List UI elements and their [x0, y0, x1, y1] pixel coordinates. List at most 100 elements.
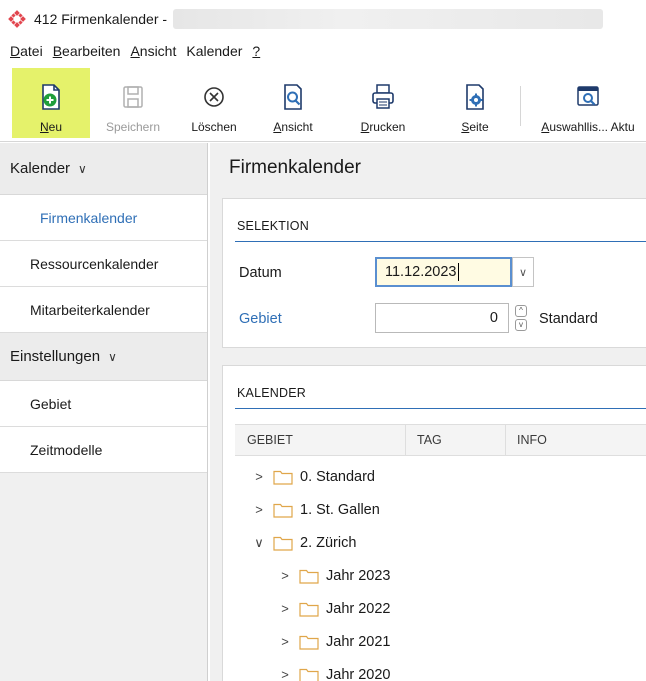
chevron-right-icon[interactable]: > — [251, 502, 267, 517]
gebiet-stepper[interactable]: ^ v — [513, 303, 529, 333]
toolbar-button-label: Seite — [461, 120, 489, 134]
tree-row-label: 2. Zürich — [300, 534, 357, 551]
folder-icon — [273, 503, 293, 518]
menu-item-2[interactable]: Ansicht — [130, 43, 176, 59]
menu-item-1[interactable]: Bearbeiten — [53, 43, 121, 59]
datum-dropdown-button[interactable]: ∨ — [512, 257, 534, 287]
datum-input[interactable]: 11.12.2023 — [375, 257, 512, 287]
chevron-right-icon[interactable]: > — [277, 601, 293, 616]
datum-label: Datum — [239, 265, 282, 281]
folder-icon — [273, 536, 293, 551]
tree-row[interactable]: > Jahr 2023 — [235, 559, 646, 592]
nav-group-einstellungen[interactable]: Einstellungen ∨ — [0, 333, 207, 381]
chevron-right-icon[interactable]: > — [277, 634, 293, 649]
tree-row-label: Jahr 2020 — [326, 666, 391, 681]
title-bar: 412 Firmenkalender - — [0, 0, 646, 38]
folder-icon — [299, 569, 319, 584]
column-divider[interactable] — [505, 425, 506, 455]
menu-bar: Datei Bearbeiten Ansicht Kalender? — [0, 38, 646, 64]
kalender-panel: KALENDER GEBIET TAG INFO >0. Standard >1.… — [222, 365, 646, 681]
main-content: Firmenkalender SELEKTION Datum 11.12.202… — [210, 143, 646, 681]
text-cursor — [457, 263, 459, 281]
tree-row-label: Jahr 2022 — [326, 600, 391, 617]
panel-divider — [235, 241, 646, 242]
nav-item-label: Gebiet — [30, 395, 72, 412]
gebiet-value: 0 — [489, 310, 498, 326]
column-divider[interactable] — [405, 425, 406, 455]
menu-item-0[interactable]: Datei — [10, 43, 43, 59]
toolbar-button-3[interactable]: Ansicht — [260, 68, 326, 138]
printer-icon — [372, 84, 394, 109]
tree-row-label: 0. Standard — [300, 468, 375, 485]
tree-row[interactable]: >0. Standard — [235, 460, 646, 493]
stepper-down-icon[interactable]: v — [515, 319, 527, 331]
delete-circle-x-icon — [204, 87, 224, 107]
tree-row[interactable]: > Jahr 2021 — [235, 625, 646, 658]
column-header-tag[interactable]: TAG — [417, 433, 442, 447]
stepper-up-icon[interactable]: ^ — [515, 305, 527, 317]
nav-item-label: Firmenkalender — [40, 209, 138, 226]
nav-item-ressourcenkalender[interactable]: Ressourcenkalender — [0, 241, 207, 287]
nav-group-kalender[interactable]: Kalender ∨ — [0, 143, 207, 195]
toolbar-button-label: Neu — [39, 120, 63, 134]
toolbar-button-0[interactable]: Neu — [12, 68, 90, 138]
menu-item-4[interactable]: ? — [252, 43, 260, 59]
window-title: 412 Firmenkalender - — [34, 11, 168, 27]
toolbar-button-label: Löschen — [191, 120, 237, 134]
selection-list-window-icon — [577, 86, 599, 106]
new-document-plus-icon — [42, 84, 60, 110]
column-header-info[interactable]: INFO — [517, 433, 547, 447]
nav-group-label: Einstellungen — [10, 348, 101, 365]
menu-item-3[interactable]: Kalender — [186, 43, 242, 59]
panel-divider — [235, 408, 646, 409]
datum-value: 11.12.2023 — [385, 264, 457, 280]
app-logo-icon — [8, 10, 26, 28]
toolbar-button-label: Drucken — [360, 120, 406, 134]
toolbar-button-1: Speichern — [94, 68, 172, 138]
nav-item-label: Mitarbeiterkalender — [30, 301, 150, 318]
nav-item-label: Ressourcenkalender — [30, 255, 159, 272]
kalender-heading: KALENDER — [237, 386, 306, 400]
tree-row[interactable]: > Jahr 2022 — [235, 592, 646, 625]
gebiet-link-label[interactable]: Gebiet — [239, 311, 282, 327]
title-redacted-area — [173, 9, 604, 29]
left-navigation: Kalender ∨ Firmenkalender Ressourcenkale… — [0, 143, 208, 681]
gebiet-input[interactable]: 0 — [375, 303, 509, 333]
toolbar-separator — [520, 86, 521, 126]
tree-row[interactable]: ∨ 2. Zürich — [235, 526, 646, 559]
chevron-right-icon[interactable]: > — [277, 568, 293, 583]
tree-header: GEBIET TAG INFO — [235, 424, 646, 456]
chevron-down-icon: ∨ — [78, 161, 87, 176]
folder-icon — [299, 602, 319, 617]
gebiet-name: Standard — [539, 311, 598, 327]
nav-item-gebiet[interactable]: Gebiet — [0, 381, 207, 427]
toolbar-button-label: Ansicht — [273, 120, 313, 134]
nav-item-mitarbeiterkalender[interactable]: Mitarbeiterkalender — [0, 287, 207, 333]
toolbar-button-5[interactable]: Seite — [440, 68, 510, 138]
nav-group-label: Kalender — [10, 160, 71, 177]
tree-row-label: Jahr 2023 — [326, 567, 391, 584]
chevron-down-icon: ∨ — [518, 266, 528, 279]
preview-magnifier-icon — [284, 84, 302, 110]
folder-icon — [299, 635, 319, 650]
tree-row[interactable]: >1. St. Gallen — [235, 493, 646, 526]
nav-item-firmenkalender[interactable]: Firmenkalender — [0, 195, 207, 241]
toolbar-button-2[interactable]: Löschen — [184, 68, 244, 138]
nav-item-label: Zeitmodelle — [30, 441, 103, 458]
nav-item-zeitmodelle[interactable]: Zeitmodelle — [0, 427, 207, 473]
toolbar-button-label: Speichern — [105, 120, 161, 134]
toolbar-button-4[interactable]: Drucken — [346, 68, 420, 138]
chevron-right-icon[interactable]: > — [251, 469, 267, 484]
folder-icon — [299, 668, 319, 681]
save-disk-icon — [123, 86, 143, 108]
selektion-panel: SELEKTION Datum 11.12.2023 ∨ Gebiet 0 ^ … — [222, 198, 646, 348]
column-header-gebiet[interactable]: GEBIET — [247, 433, 293, 447]
chevron-right-icon[interactable]: > — [277, 667, 293, 681]
tree-row-label: Jahr 2021 — [326, 633, 391, 650]
chevron-down-icon[interactable]: ∨ — [251, 535, 267, 551]
page-title: Firmenkalender — [229, 157, 361, 178]
folder-icon — [273, 470, 293, 485]
toolbar-button-6[interactable]: Auswahllis... Aktu — [528, 68, 646, 138]
tree-row[interactable]: > Jahr 2020 — [235, 658, 646, 681]
tree-row-label: 1. St. Gallen — [300, 501, 380, 518]
